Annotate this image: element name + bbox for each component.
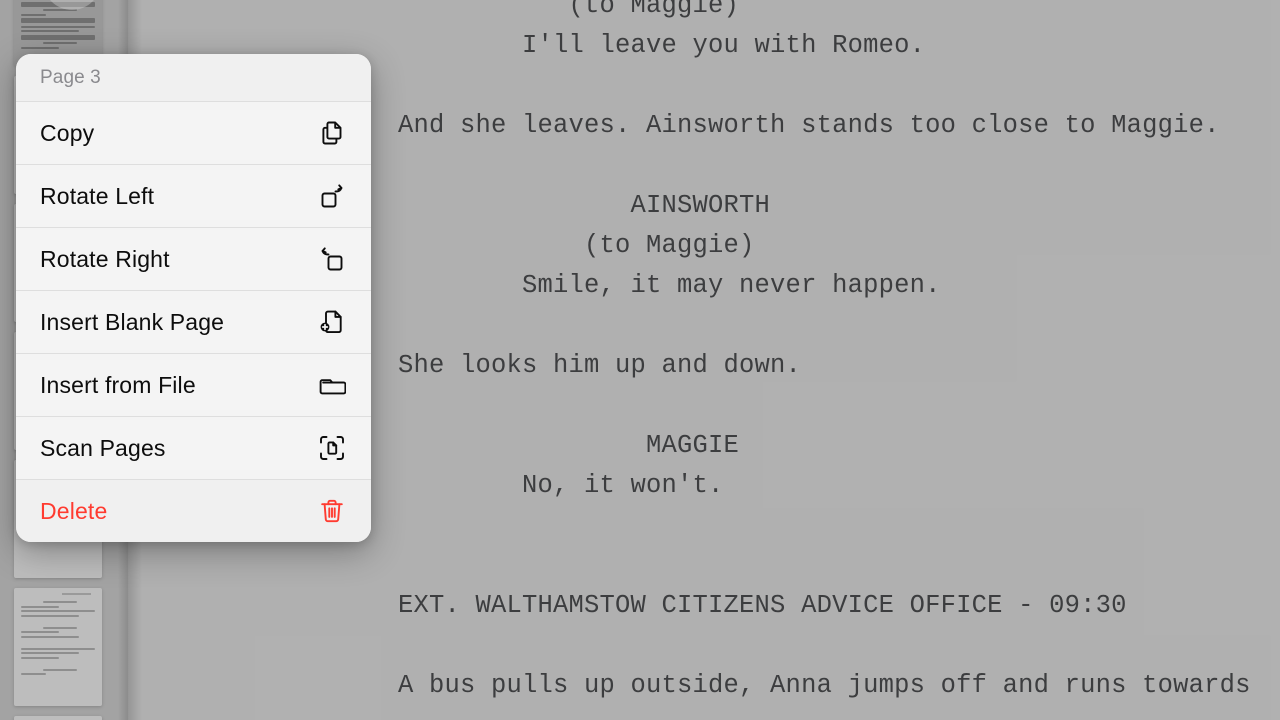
menu-item-label: Rotate Right (40, 245, 170, 272)
page-thumbnail[interactable] (14, 588, 102, 706)
screenplay-line (398, 66, 1280, 106)
menu-item-label: Rotate Left (40, 182, 155, 209)
menu-item-label: Delete (40, 497, 108, 524)
menu-item-insert-from-file[interactable]: Insert from File (16, 354, 371, 416)
context-menu-items: Copy Rotate Left Rotate Right Insert Blank … (16, 102, 371, 542)
screenplay-line (398, 306, 1280, 346)
screenplay-line (398, 386, 1280, 426)
menu-item-rotate-right[interactable]: Rotate Right (16, 228, 371, 290)
menu-item-scan-pages[interactable]: Scan Pages (16, 417, 371, 479)
screenplay-line (398, 546, 1280, 586)
screenplay-line (398, 626, 1280, 666)
screenplay-line (398, 146, 1280, 186)
page-context-menu[interactable]: Page 3 Copy Rotate Left Rotate Right Insert… (16, 54, 371, 542)
menu-item-label: Insert from File (40, 371, 196, 398)
document-plus-icon (315, 305, 349, 339)
screenplay-line: MAGGIE (398, 431, 740, 460)
screenplay-line: And she leaves. Ainsworth stands too clo… (398, 111, 1220, 140)
menu-item-rotate-left[interactable]: Rotate Left (16, 165, 371, 227)
thumbnail-content (14, 716, 102, 720)
screenplay-line: AINSWORTH (398, 191, 771, 220)
thumbnail-content (14, 588, 102, 706)
screenplay-line: EXT. WALTHAMSTOW CITIZENS ADVICE OFFICE … (398, 591, 1127, 620)
trash-icon (315, 494, 349, 528)
context-menu-header-label: Page 3 (40, 66, 101, 88)
menu-item-insert-blank-page[interactable]: Insert Blank Page (16, 291, 371, 353)
menu-item-label: Insert Blank Page (40, 308, 225, 335)
screenplay-line: Smile, it may never happen. (398, 271, 941, 300)
screenplay-text: (to Maggie) I'll leave you with Romeo. An… (398, 0, 1280, 720)
screenplay-line: She looks him up and down. (398, 351, 802, 380)
scan-document-icon (315, 431, 349, 465)
menu-item-copy[interactable]: Copy (16, 102, 371, 164)
screenplay-line: I'll leave you with Romeo. (398, 31, 926, 60)
screenplay-line: No, it won't. (398, 471, 724, 500)
screenplay-line: (to Maggie) (398, 0, 740, 20)
screenplay-line (398, 506, 1280, 546)
menu-item-label: Scan Pages (40, 434, 166, 461)
menu-item-delete[interactable]: Delete (16, 480, 371, 542)
copy-icon (315, 116, 349, 150)
screenplay-line: A bus pulls up outside, Anna jumps off a… (398, 671, 1251, 700)
rotate-left-icon (315, 179, 349, 213)
menu-item-label: Copy (40, 119, 95, 146)
folder-icon (315, 368, 349, 402)
app-screen: (to Maggie) I'll leave you with Romeo. An… (0, 0, 1280, 720)
page-thumbnail[interactable] (14, 716, 102, 720)
screenplay-line: (to Maggie) (398, 231, 755, 260)
screenplay-line: - (398, 706, 1280, 720)
rotate-right-icon (315, 242, 349, 276)
context-menu-header: Page 3 (16, 54, 371, 101)
